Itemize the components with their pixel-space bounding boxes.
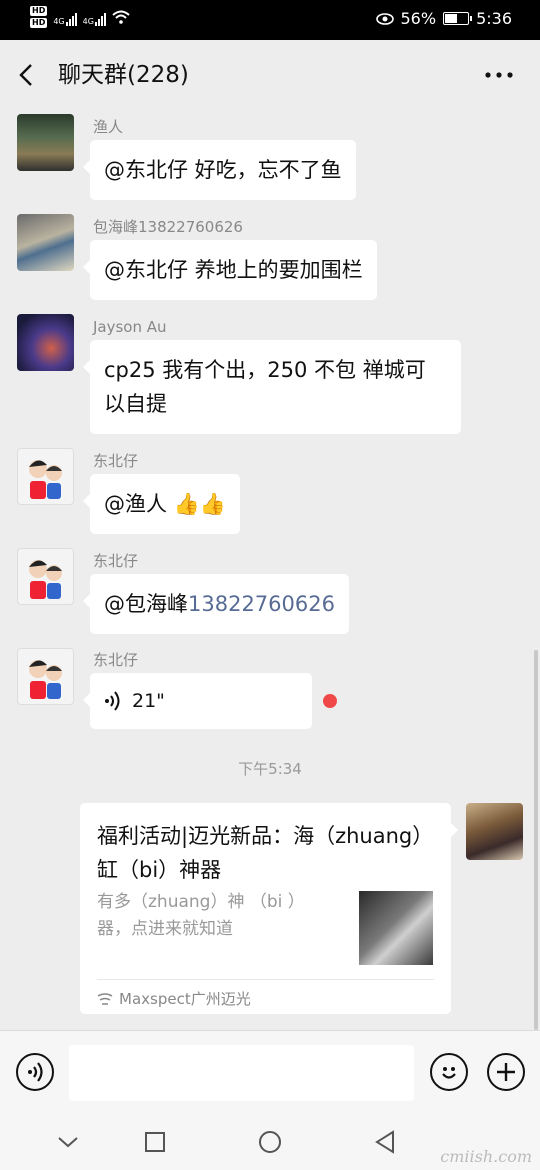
recents-button[interactable] — [140, 1127, 170, 1157]
chevron-left-icon — [19, 64, 32, 86]
hd-badge-2: HD — [30, 18, 48, 28]
clock: 5:36 — [476, 9, 512, 28]
system-navigation-bar: cmiish.com — [0, 1115, 540, 1170]
home-button[interactable] — [255, 1127, 285, 1157]
status-left: HD HD 4G 4G — [30, 6, 130, 28]
self-avatar[interactable] — [466, 803, 523, 860]
message-bubble[interactable]: @东北仔 养地上的要加围栏 — [83, 240, 377, 300]
voice-input-icon — [28, 1062, 43, 1082]
avatar[interactable] — [17, 114, 74, 171]
voice-input-button[interactable] — [16, 1053, 54, 1091]
watermark: cmiish.com — [440, 1147, 532, 1166]
network-type-2: 4G — [82, 17, 94, 26]
back-button[interactable] — [16, 60, 46, 90]
hide-keyboard-button[interactable] — [53, 1127, 83, 1157]
message-bubble[interactable]: @东北仔 好吃，忘不了鱼 — [83, 140, 356, 200]
signal-2-icon: 4G — [83, 8, 106, 26]
unread-indicator — [323, 694, 337, 708]
page-title: 聊天群(228) — [58, 62, 189, 88]
ellipsis-icon — [485, 72, 513, 78]
eye-comfort-icon — [375, 12, 394, 25]
avatar[interactable] — [17, 314, 74, 371]
signal-1-icon: 4G — [53, 8, 77, 26]
voice-message[interactable]: 21" — [83, 673, 312, 729]
shared-article-card[interactable]: 福利活动|迈光新品：海（zhuang）缸（bi）神器 有多（zhuang）神 （… — [80, 803, 458, 1014]
avatar[interactable] — [17, 548, 74, 605]
back-nav-button[interactable] — [370, 1127, 400, 1157]
sender-name: 东北仔 — [93, 552, 139, 570]
hd-indicators: HD HD — [30, 6, 48, 28]
battery-percent: 56% — [400, 9, 437, 28]
sender-name: 东北仔 — [93, 651, 139, 669]
voice-wave-icon — [105, 691, 120, 711]
battery-icon — [443, 12, 473, 25]
plus-icon — [497, 1063, 515, 1081]
mini-program-icon — [97, 992, 113, 1005]
card-source-name: Maxspect广州迈光 — [119, 990, 251, 1008]
avatar[interactable] — [17, 448, 74, 505]
card-description: 有多（zhuang）神 （bi ）器，点进来就知道 — [97, 892, 305, 939]
emoji-icon — [442, 1067, 456, 1079]
square-icon — [145, 1132, 165, 1152]
sender-name: 渔人 — [93, 118, 124, 136]
cartoon-avatar-icon — [29, 460, 62, 499]
message-text: @东北仔 好吃，忘不了鱼 — [104, 158, 342, 182]
cartoon-avatar-icon — [29, 660, 62, 699]
message-bubble[interactable]: @渔人 👍👍 — [83, 474, 240, 534]
sender-name: 东北仔 — [93, 452, 139, 470]
card-source: Maxspect广州迈光 — [97, 988, 251, 1009]
message-text: @东北仔 养地上的要加围栏 — [104, 258, 363, 282]
chat-header: 聊天群(228) — [0, 40, 540, 110]
circle-icon — [259, 1131, 281, 1153]
wifi-icon — [112, 10, 130, 24]
scrollbar[interactable] — [534, 650, 538, 1030]
sender-name: 包海峰13822760626 — [93, 218, 243, 236]
voice-duration: 21" — [132, 690, 165, 712]
network-type-1: 4G — [53, 17, 65, 26]
phone-link[interactable]: 13822760626 — [188, 592, 335, 616]
more-button[interactable] — [484, 66, 514, 86]
avatar[interactable] — [17, 648, 74, 705]
message-bubble[interactable]: @包海峰13822760626 — [83, 574, 349, 634]
sender-name: Jayson Au — [93, 318, 167, 336]
emoji-button[interactable] — [430, 1053, 468, 1091]
message-text: @包海峰 — [104, 592, 188, 616]
message-input[interactable] — [69, 1045, 414, 1101]
card-title: 福利活动|迈光新品：海（zhuang）缸（bi）神器 — [97, 824, 434, 882]
chevron-down-icon — [58, 1137, 78, 1148]
chat-area[interactable]: 渔人 @东北仔 好吃，忘不了鱼 包海峰13822760626 @东北仔 养地上的… — [0, 110, 540, 1030]
avatar[interactable] — [17, 214, 74, 271]
message-text: @渔人 — [104, 492, 174, 516]
message-text-line-2: 以自提 — [104, 392, 167, 416]
message-timestamp: 下午5:34 — [238, 760, 302, 778]
triangle-back-icon — [375, 1130, 394, 1154]
message-bubble[interactable]: cp25 我有个出，250 不包 禅城可 以自提 — [83, 340, 461, 434]
status-right: 56% 5:36 — [375, 9, 512, 28]
card-thumbnail — [359, 891, 433, 965]
cartoon-avatar-icon — [29, 560, 62, 599]
thumbs-up-emoji: 👍👍 — [173, 492, 226, 516]
message-text-line-1: cp25 我有个出，250 不包 禅城可 — [104, 358, 426, 382]
battery-level — [445, 14, 457, 23]
status-bar: HD HD 4G 4G 56% 5:36 — [0, 0, 540, 40]
card-divider — [97, 979, 434, 980]
plus-button[interactable] — [487, 1053, 525, 1091]
hd-badge-1: HD — [30, 6, 48, 16]
input-bar — [0, 1030, 540, 1115]
